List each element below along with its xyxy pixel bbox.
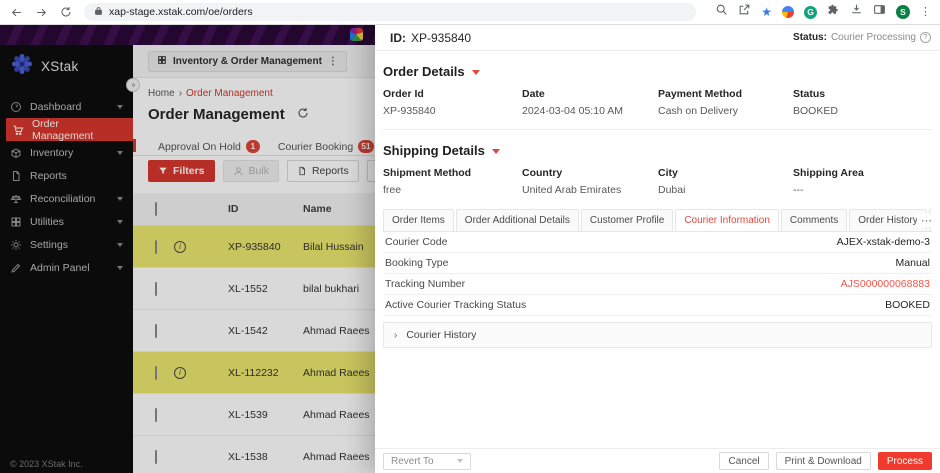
shipping-details-fields: Shipment Method free Country United Arab E… <box>383 167 932 196</box>
extension-circle-icon[interactable] <box>782 6 794 18</box>
field-label: Date <box>522 88 545 100</box>
forward-icon[interactable] <box>35 6 48 19</box>
order-details-section-title[interactable]: Order Details <box>383 64 932 79</box>
puzzle-extensions-icon[interactable] <box>827 3 840 21</box>
revert-to-label: Revert To <box>391 455 434 467</box>
drawer-mask[interactable] <box>0 25 375 473</box>
order-id-label: ID: <box>390 30 406 45</box>
field-value: United Arab Emirates <box>522 184 622 196</box>
order-details-fields: Order Id XP-935840 Date 2024-03-04 05:10 A… <box>383 88 932 117</box>
courier-history-label: Courier History <box>406 329 477 341</box>
tracking-number-link[interactable]: AJS000000068883 <box>841 278 930 290</box>
bookmark-star-icon[interactable]: ★ <box>761 6 772 18</box>
section-title-text: Order Details <box>383 64 465 79</box>
section-title-text: Shipping Details <box>383 143 485 158</box>
kv-label: Booking Type <box>385 257 449 269</box>
drawer-body: Order Details Order Id XP-935840 Date 2024… <box>375 51 940 448</box>
process-button[interactable]: Process <box>877 452 932 470</box>
tracking-number-row: Tracking Number AJS000000068883 <box>383 274 932 295</box>
browser-menu-icon[interactable]: ⋮ <box>920 6 931 18</box>
field-label: Payment Method <box>658 88 743 100</box>
field-label: Country <box>522 167 563 179</box>
field-value: Cash on Delivery <box>658 105 738 117</box>
kv-label: Active Courier Tracking Status <box>385 299 527 311</box>
print-download-button[interactable]: Print & Download <box>775 452 871 470</box>
field-value: 2024-03-04 05:10 AM <box>522 105 623 117</box>
kv-value: Manual <box>895 257 930 269</box>
order-id-value: XP-935840 <box>411 30 472 45</box>
status-indicator: Status: Courier Processing ? <box>793 32 931 43</box>
field-label: Order Id <box>383 88 424 100</box>
drawer-tabs: Order Items Order Additional Details Cus… <box>383 209 932 232</box>
chevron-down-icon <box>471 70 480 75</box>
address-bar[interactable]: xap-stage.xstak.com/oe/orders <box>84 3 696 21</box>
tab-courier-information[interactable]: Courier Information <box>675 209 779 231</box>
back-icon[interactable] <box>10 6 23 19</box>
drawer-header: ID: XP-935840 Status: Courier Processing … <box>375 25 940 51</box>
chevron-down-icon <box>457 459 463 463</box>
field-value: Dubai <box>658 184 686 196</box>
search-icon[interactable] <box>715 3 728 21</box>
screen: xap-stage.xstak.com/oe/orders ★ G S ⋮ XS… <box>0 0 940 473</box>
kv-value: BOOKED <box>885 299 930 311</box>
browser-chrome: xap-stage.xstak.com/oe/orders ★ G S ⋮ <box>0 0 940 25</box>
tab-customer-profile[interactable]: Customer Profile <box>580 209 674 231</box>
grammarly-icon[interactable]: G <box>804 5 817 19</box>
field-label: Shipment Method <box>383 167 472 179</box>
side-panel-icon[interactable] <box>873 3 886 21</box>
kv-label: Courier Code <box>385 236 448 248</box>
cancel-button[interactable]: Cancel <box>719 452 769 470</box>
status-value: Courier Processing <box>830 32 916 43</box>
reload-icon[interactable] <box>60 6 72 18</box>
revert-to-select[interactable]: Revert To <box>383 452 471 470</box>
tab-order-items[interactable]: Order Items <box>383 209 454 231</box>
tabs-overflow-icon[interactable]: ⋯ <box>917 214 932 227</box>
tab-order-additional-details[interactable]: Order Additional Details <box>455 209 579 231</box>
booking-type-row: Booking Type Manual <box>383 253 932 274</box>
tracking-status-row: Active Courier Tracking Status BOOKED <box>383 295 932 316</box>
lock-icon <box>94 3 103 21</box>
app-region: XStak Dashboard Order Management Invento… <box>0 25 940 473</box>
chevron-down-icon <box>491 149 500 154</box>
profile-avatar[interactable]: S <box>896 5 910 19</box>
status-help-icon[interactable]: ? <box>920 32 931 43</box>
field-label: City <box>658 167 678 179</box>
field-value: --- <box>793 184 804 196</box>
kv-label: Tracking Number <box>385 278 466 290</box>
download-icon[interactable] <box>850 3 863 21</box>
chevron-right-icon: › <box>394 329 398 341</box>
tab-order-history[interactable]: Order History <box>849 209 927 231</box>
field-label: Shipping Area <box>793 167 864 179</box>
courier-history-collapse[interactable]: › Courier History <box>383 322 932 348</box>
drawer-footer: Revert To Cancel Print & Download Proces… <box>375 448 940 473</box>
tab-comments[interactable]: Comments <box>780 209 848 231</box>
field-value: BOOKED <box>793 105 838 117</box>
shipping-details-section-title[interactable]: Shipping Details <box>383 143 932 158</box>
url-text[interactable]: xap-stage.xstak.com/oe/orders <box>109 6 253 18</box>
courier-code-row: Courier Code AJEX-xstak-demo-3 <box>383 232 932 253</box>
field-value: free <box>383 184 402 196</box>
field-label: Status <box>793 88 826 100</box>
status-label: Status: <box>793 32 827 43</box>
field-value: XP-935840 <box>383 105 436 117</box>
kv-value: AJEX-xstak-demo-3 <box>836 236 930 248</box>
order-detail-drawer: ID: XP-935840 Status: Courier Processing … <box>375 25 940 473</box>
divider <box>383 129 932 130</box>
share-icon[interactable] <box>738 3 751 21</box>
